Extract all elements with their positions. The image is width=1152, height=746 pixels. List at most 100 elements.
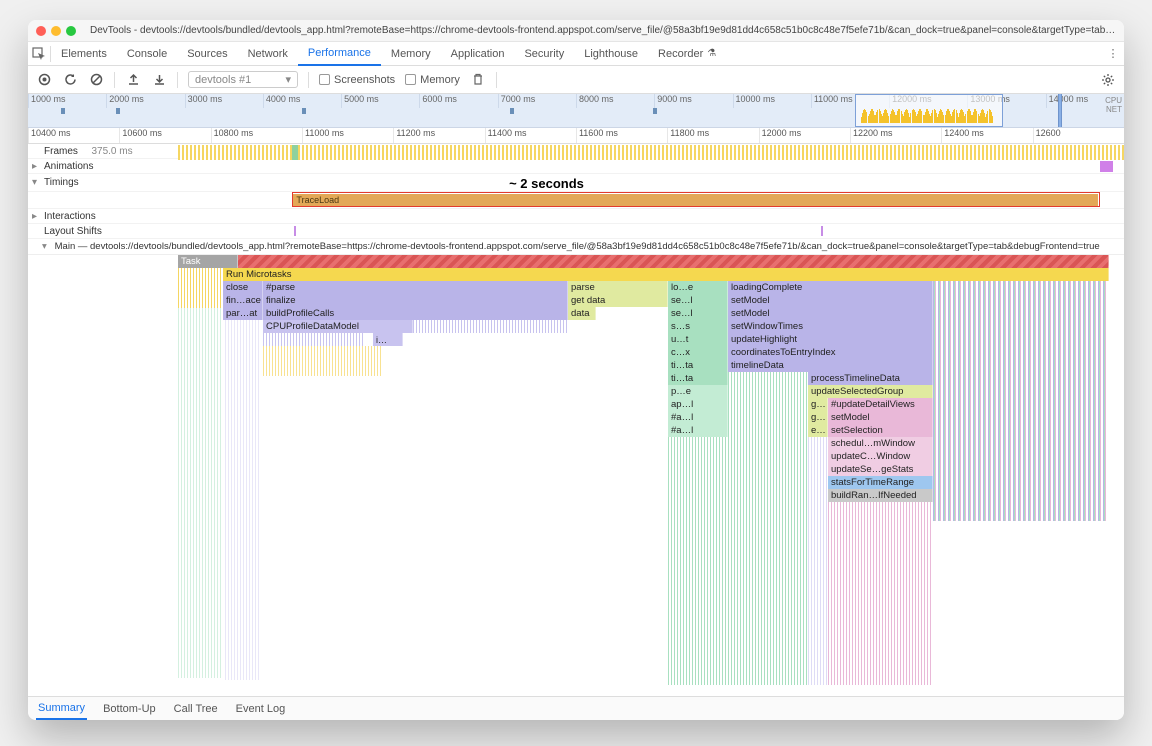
- flame-bar[interactable]: setWindowTimes: [728, 320, 933, 333]
- tab-elements[interactable]: Elements: [51, 42, 117, 66]
- caret-icon[interactable]: ▸: [32, 161, 40, 172]
- ov-tick: 7000 ms: [498, 94, 576, 108]
- window-maximize-icon[interactable]: [66, 26, 76, 36]
- flame-bar[interactable]: i…: [373, 333, 403, 346]
- flame-bar[interactable]: parse: [568, 281, 668, 294]
- flame-bar[interactable]: setSelection: [828, 424, 933, 437]
- flame-bar[interactable]: processTimelineData: [808, 372, 933, 385]
- window-minimize-icon[interactable]: [51, 26, 61, 36]
- traceload-bar[interactable]: TraceLoad: [293, 194, 1098, 206]
- flame-bar[interactable]: loadingComplete: [728, 281, 933, 294]
- flame-bar[interactable]: coordinatesToEntryIndex: [728, 346, 933, 359]
- flame-bar[interactable]: updateHighlight: [728, 333, 933, 346]
- flame-bar[interactable]: updateC…Window: [828, 450, 933, 463]
- caret-icon[interactable]: ▾: [32, 177, 40, 188]
- tab-memory[interactable]: Memory: [381, 42, 441, 66]
- settings-gear-icon[interactable]: [1100, 72, 1116, 88]
- memory-checkbox[interactable]: Memory: [405, 74, 460, 86]
- more-menu-icon[interactable]: ⋮: [1102, 47, 1124, 60]
- flame-bar[interactable]: buildRan…IfNeeded: [828, 489, 933, 502]
- flame-bar[interactable]: #parse: [263, 281, 568, 294]
- flame-task[interactable]: Task: [178, 255, 238, 268]
- flame-bar[interactable]: setModel: [728, 294, 933, 307]
- btab-event-log[interactable]: Event Log: [234, 699, 288, 719]
- ov-tick: 2000 ms: [106, 94, 184, 108]
- caret-icon[interactable]: ▾: [42, 241, 52, 252]
- flame-bar[interactable]: lo…e: [668, 281, 728, 294]
- profile-dropdown[interactable]: devtools #1 ▾: [188, 71, 298, 88]
- upload-icon[interactable]: [125, 72, 141, 88]
- flame-bar[interactable]: se…l: [668, 294, 728, 307]
- flame-bar[interactable]: ap…l: [668, 398, 728, 411]
- btab-bottom-up[interactable]: Bottom-Up: [101, 699, 158, 719]
- tab-lighthouse[interactable]: Lighthouse: [574, 42, 648, 66]
- flame-bar[interactable]: #a…l: [668, 424, 728, 437]
- tab-console[interactable]: Console: [117, 42, 177, 66]
- details-tab-strip: Summary Bottom-Up Call Tree Event Log: [28, 696, 1124, 720]
- flame-bar[interactable]: e…: [808, 424, 828, 437]
- flame-bar[interactable]: setModel: [728, 307, 933, 320]
- track-frames[interactable]: Frames 375.0 ms: [28, 144, 1124, 159]
- btab-summary[interactable]: Summary: [36, 698, 87, 720]
- inspect-element-icon[interactable]: [28, 47, 50, 61]
- tab-performance[interactable]: Performance: [298, 42, 381, 66]
- titlebar: DevTools - devtools://devtools/bundled/d…: [28, 20, 1124, 42]
- flame-bar[interactable]: par…at: [223, 307, 263, 320]
- timings-annotation: ~ 2 seconds: [509, 176, 584, 191]
- flame-bar[interactable]: s…s: [668, 320, 728, 333]
- dropdown-value: devtools #1: [195, 74, 251, 86]
- flame-bar[interactable]: g…: [808, 411, 828, 424]
- flame-bar[interactable]: fin…ace: [223, 294, 263, 307]
- download-icon[interactable]: [151, 72, 167, 88]
- overview-splitter[interactable]: [1058, 94, 1062, 127]
- clear-icon[interactable]: [88, 72, 104, 88]
- flame-bar[interactable]: p…e: [668, 385, 728, 398]
- flame-bar[interactable]: ti…ta: [668, 372, 728, 385]
- flame-bar[interactable]: buildProfileCalls: [263, 307, 568, 320]
- flame-bar[interactable]: #a…l: [668, 411, 728, 424]
- flame-bar[interactable]: data: [568, 307, 596, 320]
- ov-tick: 6000 ms: [419, 94, 497, 108]
- tab-sources[interactable]: Sources: [177, 42, 237, 66]
- trash-icon[interactable]: [470, 72, 486, 88]
- timeline-overview[interactable]: 1000 ms 2000 ms 3000 ms 4000 ms 5000 ms …: [28, 94, 1124, 128]
- flame-chart[interactable]: Task Run Microtasks close #parse parse l…: [28, 255, 1124, 685]
- flame-run-microtasks[interactable]: Run Microtasks: [223, 268, 1109, 281]
- flame-bar[interactable]: updateSelectedGroup: [808, 385, 933, 398]
- flame-bar[interactable]: CPUProfileDataModel: [263, 320, 413, 333]
- flame-bar[interactable]: g…: [808, 398, 828, 411]
- flame-bar[interactable]: setModel: [828, 411, 933, 424]
- tab-application[interactable]: Application: [441, 42, 515, 66]
- flame-bar[interactable]: ti…ta: [668, 359, 728, 372]
- track-timings[interactable]: ▾Timings ~ 2 seconds: [28, 174, 1124, 192]
- flame-bar[interactable]: u…t: [668, 333, 728, 346]
- flame-longtask[interactable]: [238, 255, 1109, 268]
- flame-bar[interactable]: schedul…mWindow: [828, 437, 933, 450]
- track-interactions[interactable]: ▸Interactions: [28, 209, 1124, 224]
- tracks-area[interactable]: Frames 375.0 ms ▸Animations ▾Timings ~ 2…: [28, 144, 1124, 720]
- traffic-lights: [36, 26, 76, 36]
- tab-security[interactable]: Security: [514, 42, 574, 66]
- track-timings-bar: TraceLoad: [28, 192, 1124, 209]
- track-layout-shifts[interactable]: Layout Shifts: [28, 224, 1124, 239]
- flame-bar[interactable]: se…l: [668, 307, 728, 320]
- track-main-header[interactable]: ▾ Main — devtools://devtools/bundled/dev…: [28, 239, 1124, 255]
- screenshots-checkbox[interactable]: Screenshots: [319, 74, 395, 86]
- track-animations[interactable]: ▸Animations: [28, 159, 1124, 174]
- flame-bar[interactable]: statsForTimeRange: [828, 476, 933, 489]
- record-icon[interactable]: [36, 72, 52, 88]
- ov-tick: 5000 ms: [341, 94, 419, 108]
- flame-bar[interactable]: get data: [568, 294, 668, 307]
- reload-record-icon[interactable]: [62, 72, 78, 88]
- flame-bar[interactable]: updateSe…geStats: [828, 463, 933, 476]
- tab-network[interactable]: Network: [238, 42, 298, 66]
- flame-bar[interactable]: c…x: [668, 346, 728, 359]
- window-close-icon[interactable]: [36, 26, 46, 36]
- flame-bar[interactable]: finalize: [263, 294, 568, 307]
- flame-bar[interactable]: #updateDetailViews: [828, 398, 933, 411]
- btab-call-tree[interactable]: Call Tree: [172, 699, 220, 719]
- caret-icon[interactable]: ▸: [32, 211, 40, 222]
- tab-recorder[interactable]: Recorder⚗: [648, 42, 726, 66]
- flame-bar[interactable]: timelineData: [728, 359, 933, 372]
- flame-bar[interactable]: close: [223, 281, 263, 294]
